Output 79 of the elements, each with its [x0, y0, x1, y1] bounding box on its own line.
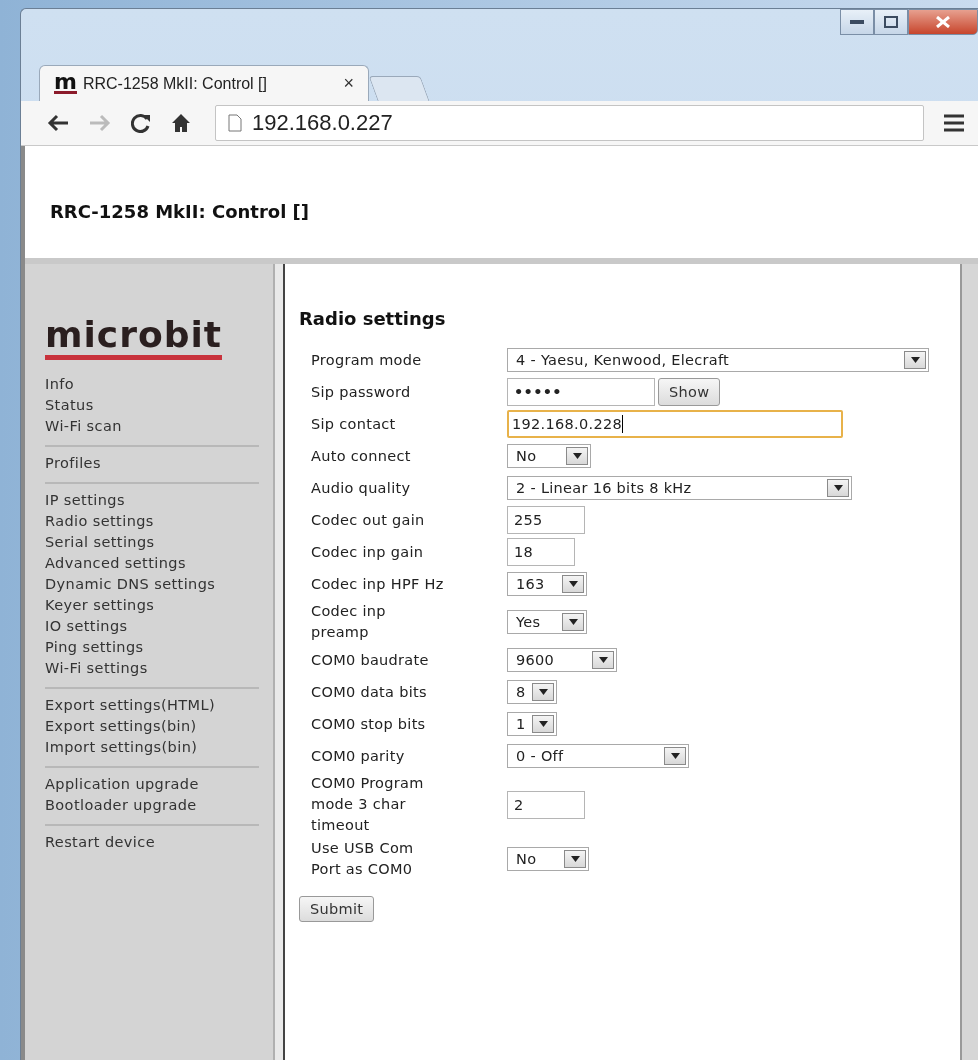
field-label: COM0 Program mode 3 char timeout [311, 774, 425, 835]
text-field[interactable]: 2 [507, 790, 585, 819]
minimize-button[interactable] [840, 9, 874, 35]
sidebar-link[interactable]: Bootloader upgrade [45, 795, 259, 816]
sidebar-link[interactable]: Radio settings [45, 511, 259, 532]
field-label: Codec inp preamp [311, 602, 387, 642]
dropdown[interactable]: 8 [507, 680, 557, 704]
sidebar-link[interactable]: Info [45, 374, 259, 395]
sidebar-link[interactable]: Profiles [45, 453, 259, 474]
dropdown[interactable]: 0 - Off [507, 744, 689, 768]
dropdown[interactable]: Yes [507, 610, 587, 634]
field-label: COM0 data bits [311, 682, 428, 702]
page-icon [228, 114, 242, 132]
text-field[interactable]: 192.168.0.228 [507, 410, 843, 438]
sidebar-link[interactable]: IP settings [45, 490, 259, 511]
field-label: COM0 stop bits [311, 714, 427, 734]
address-bar[interactable]: 192.168.0.227 [215, 105, 924, 141]
dropdown[interactable]: 4 - Yaesu, Kenwood, Elecraft [507, 348, 929, 372]
password-field[interactable]: ••••• [507, 378, 655, 406]
field-label: COM0 parity [311, 746, 406, 766]
dropdown-arrow-icon [538, 689, 548, 695]
dropdown[interactable]: 9600 [507, 648, 617, 672]
dropdown-arrow-icon [568, 581, 578, 587]
page-title: RRC-1258 MkII: Control [] [50, 201, 310, 222]
close-icon [936, 16, 950, 28]
dropdown[interactable]: 2 - Linear 16 bits 8 kHz [507, 476, 852, 500]
maximize-icon [884, 16, 898, 28]
field-label: Codec out gain [311, 510, 426, 530]
dropdown[interactable]: 1 [507, 712, 557, 736]
sidebar-link[interactable]: Serial settings [45, 532, 259, 553]
favicon: m [54, 73, 77, 94]
dropdown-arrow-icon [670, 753, 680, 759]
sidebar-link[interactable]: Status [45, 395, 259, 416]
maximize-button[interactable] [874, 9, 908, 35]
dropdown[interactable]: No [507, 847, 589, 871]
field-label: Program mode [311, 350, 423, 370]
dropdown[interactable]: 163 [507, 572, 587, 596]
dropdown-arrow-icon [568, 619, 578, 625]
close-button[interactable] [908, 9, 978, 35]
sidebar-link[interactable]: IO settings [45, 616, 259, 637]
text-field[interactable]: 18 [507, 538, 575, 566]
tab-close-button[interactable]: × [343, 73, 354, 94]
menu-icon[interactable] [944, 114, 964, 132]
field-label: Codec inp gain [311, 542, 425, 562]
dropdown-arrow-icon [570, 856, 580, 862]
sidebar-link[interactable]: Wi-Fi scan [45, 416, 259, 437]
dropdown-arrow-icon [538, 721, 548, 727]
browser-tab[interactable]: m RRC-1258 MkII: Control [] × [39, 65, 369, 101]
dropdown-arrow-icon [572, 453, 582, 459]
dropdown-arrow-icon [910, 357, 920, 363]
sidebar-link[interactable]: Application upgrade [45, 774, 259, 795]
field-label: Auto connect [311, 446, 412, 466]
sidebar-link[interactable]: Import settings(bin) [45, 737, 259, 758]
dropdown-arrow-icon [598, 657, 608, 663]
sidebar-link[interactable]: Advanced settings [45, 553, 259, 574]
section-title: Radio settings [299, 308, 447, 329]
sidebar-link[interactable]: Wi-Fi settings [45, 658, 259, 679]
reload-icon[interactable] [131, 113, 151, 133]
home-icon[interactable] [171, 113, 191, 133]
microbit-logo: microbit [45, 316, 222, 360]
sidebar-link[interactable]: Export settings(HTML) [45, 695, 259, 716]
show-button[interactable]: Show [658, 378, 721, 406]
submit-button[interactable]: Submit [299, 896, 375, 922]
field-label: Audio quality [311, 478, 412, 498]
sidebar-link[interactable]: Ping settings [45, 637, 259, 658]
sidebar-link[interactable]: Export settings(bin) [45, 716, 259, 737]
sidebar-link[interactable]: Dynamic DNS settings [45, 574, 259, 595]
field-label: COM0 baudrate [311, 650, 430, 670]
back-icon[interactable] [47, 114, 69, 132]
field-label: Sip contact [311, 414, 397, 434]
sidebar-link[interactable]: Keyer settings [45, 595, 259, 616]
text-field[interactable]: 255 [507, 506, 585, 534]
sidebar-link[interactable]: Restart device [45, 832, 259, 853]
dropdown-arrow-icon [833, 485, 843, 491]
dropdown[interactable]: No [507, 444, 591, 468]
field-label: Sip password [311, 382, 412, 402]
field-label: Use USB Com Port as COM0 [311, 839, 415, 879]
minimize-icon [850, 20, 864, 24]
field-label: Codec inp HPF Hz [311, 574, 445, 594]
